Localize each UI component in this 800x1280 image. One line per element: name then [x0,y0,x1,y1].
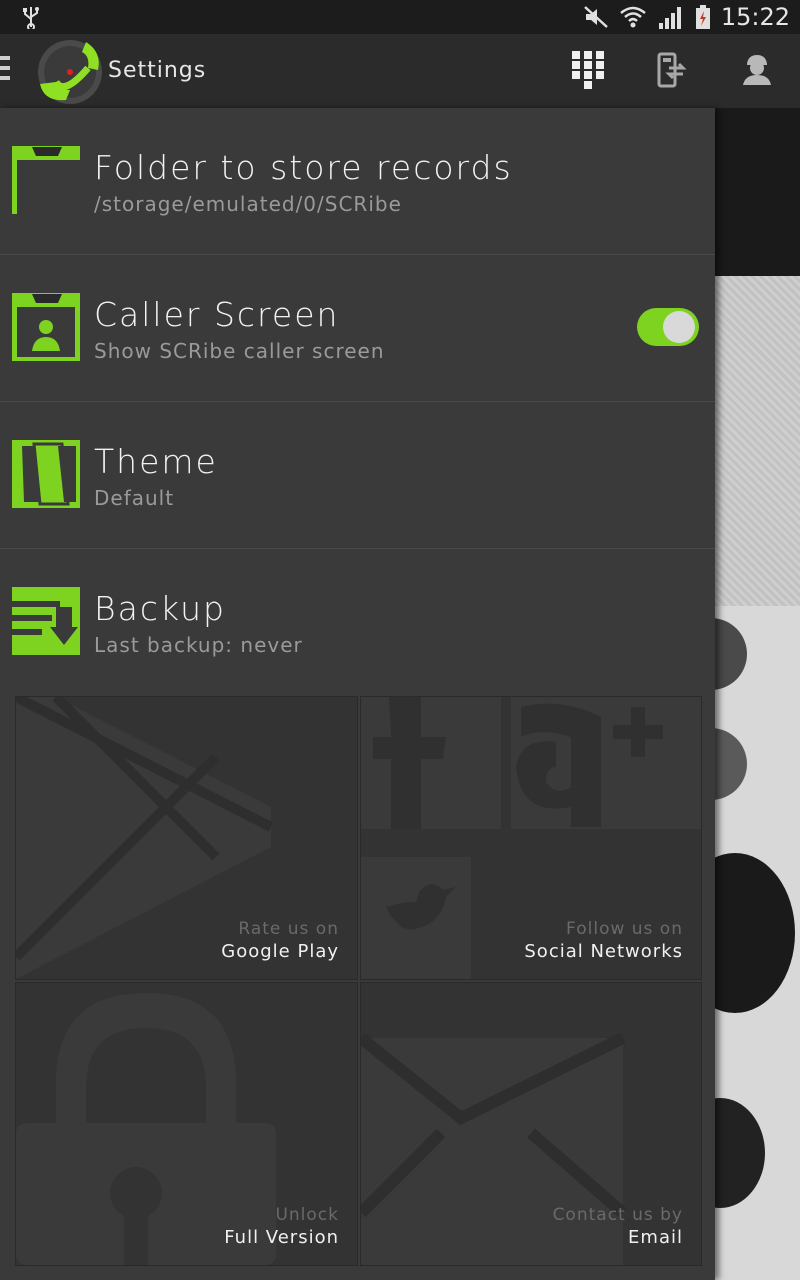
tile-rate-google-play[interactable]: Rate us on Google Play [15,696,358,980]
settings-drawer: Folder to store records /storage/emulate… [0,108,715,1280]
battery-icon [695,5,710,29]
mute-icon [583,6,608,28]
signal-icon [658,7,681,29]
folder-icon [12,146,80,214]
menu-icon[interactable] [0,56,10,86]
setting-theme[interactable]: Theme Default [0,402,715,549]
tile-caption: Contact us by [552,1205,683,1225]
usb-icon [23,7,39,29]
background-app [715,108,800,1280]
status-time: 15:22 [720,3,790,31]
setting-subtitle: Last backup: never [94,633,303,657]
close-icon [715,618,747,690]
tile-label: Social Networks [524,941,683,962]
page-title: Settings [108,58,207,83]
setting-backup[interactable]: Backup Last backup: never [0,549,715,695]
tile-caption: Follow us on [566,919,683,939]
tile-unlock-full-version[interactable]: Unlock Full Version [15,982,358,1266]
setting-title: Theme [94,442,218,481]
tile-caption: Unlock [275,1205,339,1225]
setting-subtitle: Default [94,486,175,510]
wifi-icon [620,6,646,28]
add-icon [715,728,747,800]
caller-screen-toggle[interactable] [637,308,699,346]
transfer-icon[interactable] [648,48,692,92]
tile-caption: Rate us on [238,919,339,939]
caller-screen-icon [12,293,80,361]
tile-contact-email[interactable]: Contact us by Email [360,982,702,1266]
call-icon [715,1098,765,1208]
setting-subtitle: /storage/emulated/0/SCRibe [94,192,402,216]
tile-label: Email [628,1227,683,1248]
backup-icon [12,587,80,655]
theme-icon [12,440,80,508]
app-logo-icon[interactable] [36,38,104,106]
setting-caller-screen[interactable]: Caller Screen Show SCRibe caller screen [0,255,715,402]
setting-title: Backup [94,589,226,628]
setting-folder[interactable]: Folder to store records /storage/emulate… [0,108,715,255]
tile-label: Full Version [224,1227,339,1248]
setting-title: Folder to store records [94,148,513,187]
dialpad-icon[interactable] [566,48,610,92]
setting-subtitle: Show SCRibe caller screen [94,339,385,363]
tile-label: Google Play [221,941,339,962]
account-icon[interactable] [735,48,779,92]
setting-title: Caller Screen [94,295,340,334]
status-bar: 15:22 [0,0,800,34]
tile-follow-social-networks[interactable]: Follow us on Social Networks [360,696,702,980]
action-bar: Settings [0,34,800,110]
record-icon [715,853,795,1013]
